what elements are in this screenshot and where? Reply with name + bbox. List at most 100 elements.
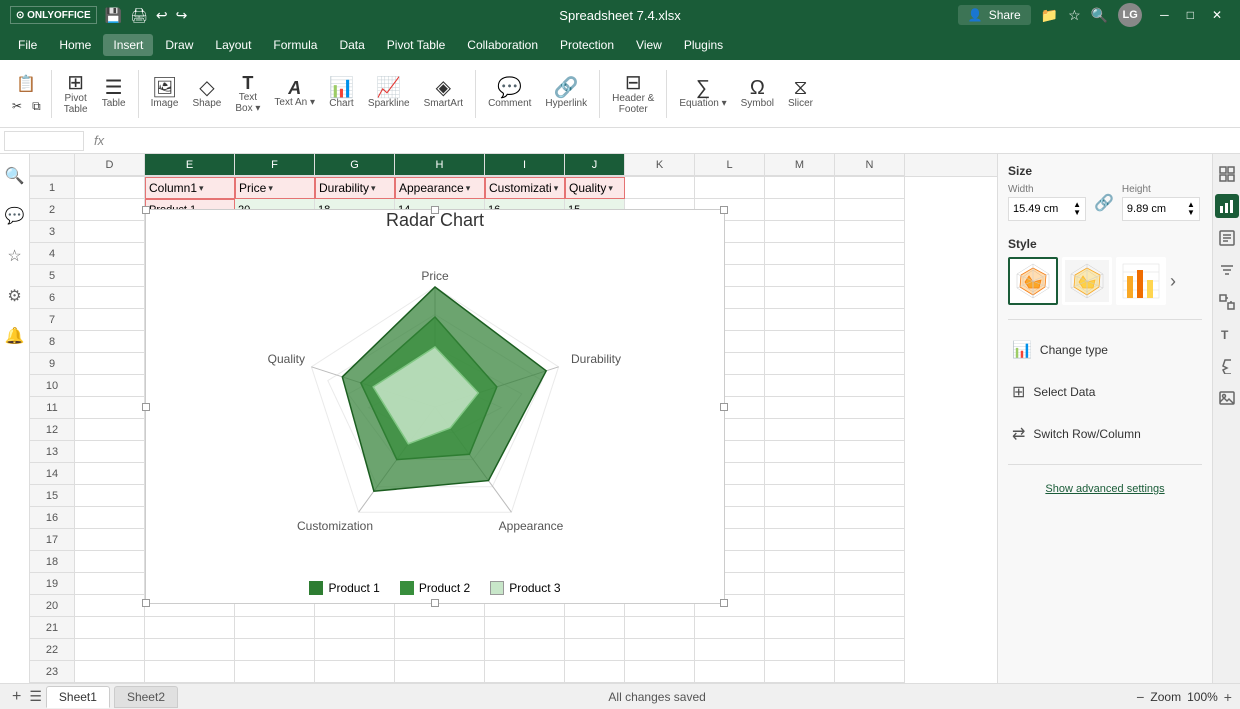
menu-plugins[interactable]: Plugins [674, 34, 733, 56]
cell-K1[interactable] [625, 177, 695, 199]
chart-handle-tm[interactable] [431, 206, 439, 214]
sheet-list-button[interactable]: ☰ [29, 688, 42, 705]
change-type-button[interactable]: 📊 Change type [1008, 334, 1202, 366]
chart-handle-br[interactable] [720, 599, 728, 607]
zoom-in-button[interactable]: + [1224, 689, 1232, 705]
pivot-table-button[interactable]: ⊞ PivotTable [58, 69, 94, 119]
zoom-out-button[interactable]: − [1136, 689, 1144, 705]
chart-handle-tr[interactable] [720, 206, 728, 214]
share-button[interactable]: 👤 Share [958, 5, 1031, 25]
chart-handle-tl[interactable] [142, 206, 150, 214]
user-avatar[interactable]: LG [1118, 3, 1142, 27]
redo-icon[interactable]: ↪ [176, 7, 188, 24]
cell-D4[interactable] [75, 243, 145, 265]
chart-button[interactable]: 📊 Chart [323, 74, 360, 113]
settings-sidebar-icon[interactable]: ⚙ [3, 282, 25, 310]
cell-D1[interactable] [75, 177, 145, 199]
cell-G1[interactable]: Durability▾ [315, 177, 395, 199]
add-sheet-button[interactable]: + [8, 688, 25, 706]
menu-view[interactable]: View [626, 34, 672, 56]
comment-button[interactable]: 💬 Comment [482, 74, 537, 113]
text-box-button[interactable]: T TextBox ▾ [229, 70, 266, 118]
menu-data[interactable]: Data [329, 34, 374, 56]
notification-sidebar-icon[interactable]: 🔔 [1, 322, 29, 350]
menu-layout[interactable]: Layout [205, 34, 261, 56]
cell-M3[interactable] [765, 221, 835, 243]
print-icon[interactable]: 🖨 [130, 7, 148, 24]
chart-handle-bl[interactable] [142, 599, 150, 607]
cell-M2[interactable] [765, 199, 835, 221]
menu-pivot-table[interactable]: Pivot Table [377, 34, 455, 56]
sidebar-chart-icon[interactable] [1215, 194, 1239, 218]
cell-I1[interactable]: Customizati▾ [485, 177, 565, 199]
table-button[interactable]: ☰ Table [96, 69, 132, 119]
col-header-F[interactable]: F [235, 154, 315, 176]
menu-protection[interactable]: Protection [550, 34, 624, 56]
header-footer-button[interactable]: ⊟ Header &Footer [606, 69, 660, 119]
height-down-spinner[interactable]: ▼ [1187, 209, 1195, 217]
menu-draw[interactable]: Draw [155, 34, 203, 56]
cell-N3[interactable] [835, 221, 905, 243]
equation-button[interactable]: ∑ Equation ▾ [673, 74, 732, 113]
sidebar-text-icon[interactable]: T [1215, 322, 1239, 346]
sidebar-format-icon[interactable] [1215, 226, 1239, 250]
search-button[interactable]: 🔍 [1091, 7, 1108, 24]
col-header-L[interactable]: L [695, 154, 765, 176]
cell-F1[interactable]: Price▾ [235, 177, 315, 199]
star-sidebar-icon[interactable]: ☆ [3, 242, 25, 270]
width-down-spinner[interactable]: ▼ [1073, 209, 1081, 217]
cell-D3[interactable] [75, 221, 145, 243]
image-button[interactable]: 🖼 Image [145, 74, 185, 113]
maximize-button[interactable]: □ [1179, 6, 1202, 24]
cell-H1[interactable]: Appearance▾ [395, 177, 485, 199]
menu-formula[interactable]: Formula [263, 34, 327, 56]
slicer-button[interactable]: ⧖ Slicer [782, 74, 819, 113]
smartart-button[interactable]: ◈ SmartArt [418, 74, 469, 113]
sheet-tab-2[interactable]: Sheet2 [114, 686, 178, 708]
minimize-button[interactable]: ─ [1152, 6, 1177, 24]
chart-handle-bm[interactable] [431, 599, 439, 607]
style-thumb-2[interactable] [1062, 257, 1112, 305]
col-header-M[interactable]: M [765, 154, 835, 176]
show-advanced-settings-link[interactable]: Show advanced settings [1008, 479, 1202, 499]
chart-handle-ml[interactable] [142, 403, 150, 411]
cell-J1[interactable]: Quality▾ [565, 177, 625, 199]
sheet-tab-1[interactable]: Sheet1 [46, 686, 110, 708]
paste-button[interactable]: 📋 [8, 72, 45, 96]
menu-insert[interactable]: Insert [103, 34, 153, 56]
cell-reference-input[interactable] [4, 131, 84, 151]
symbol-button[interactable]: Ω Symbol [735, 74, 780, 113]
style-more-button[interactable]: › [1170, 271, 1176, 292]
hyperlink-button[interactable]: 🔗 Hyperlink [539, 74, 593, 113]
col-header-N[interactable]: N [835, 154, 905, 176]
col-header-D[interactable]: D [75, 154, 145, 176]
style-thumb-1[interactable] [1008, 257, 1058, 305]
chart-handle-mr[interactable] [720, 403, 728, 411]
col-header-E[interactable]: E [145, 154, 235, 176]
sidebar-grid-icon[interactable] [1215, 162, 1239, 186]
cell-N1[interactable] [835, 177, 905, 199]
menu-file[interactable]: File [8, 34, 47, 56]
col-header-I[interactable]: I [485, 154, 565, 176]
text-art-button[interactable]: A Text An ▾ [268, 75, 321, 112]
sidebar-pivot-icon[interactable] [1215, 290, 1239, 314]
cell-N4[interactable] [835, 243, 905, 265]
sidebar-image-icon[interactable] [1215, 386, 1239, 410]
save-icon[interactable]: 💾 [105, 7, 122, 24]
sidebar-formula-icon[interactable] [1215, 354, 1239, 378]
formula-input[interactable] [114, 131, 1236, 151]
height-input[interactable]: 9.89 cm ▲ ▼ [1122, 197, 1200, 221]
save-to-button[interactable]: 📁 [1041, 7, 1058, 24]
copy-button[interactable]: ⧉ [28, 97, 45, 116]
cell-L1[interactable] [695, 177, 765, 199]
col-header-K[interactable]: K [625, 154, 695, 176]
col-header-J[interactable]: J [565, 154, 625, 176]
comment-sidebar-icon[interactable]: 💬 [1, 202, 29, 230]
close-button[interactable]: ✕ [1204, 6, 1230, 24]
cell-N2[interactable] [835, 199, 905, 221]
sparkline-button[interactable]: 📈 Sparkline [362, 74, 416, 113]
width-input[interactable]: 15.49 cm ▲ ▼ [1008, 197, 1086, 221]
style-thumb-3[interactable] [1116, 257, 1166, 305]
switch-row-column-button[interactable]: ⇄ Switch Row/Column [1008, 418, 1202, 450]
undo-icon[interactable]: ↩ [156, 7, 168, 24]
